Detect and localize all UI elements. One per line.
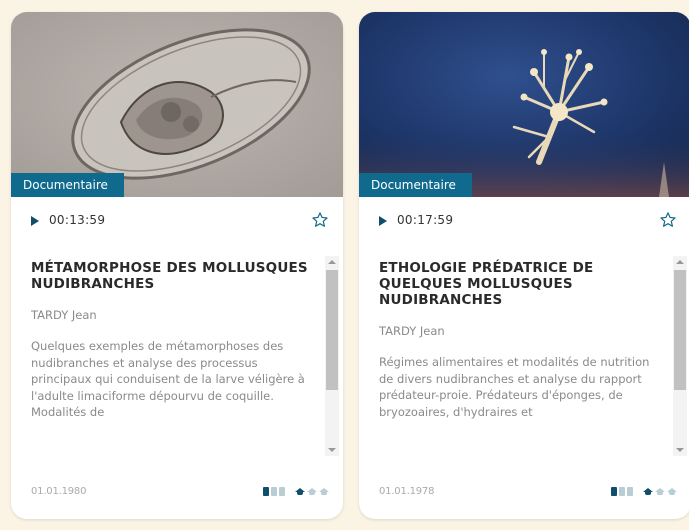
document-icon [627, 487, 633, 496]
document-icon [279, 487, 285, 496]
card-footer: 01.01.1980 [11, 469, 343, 519]
graduation-cap-icon [643, 488, 653, 495]
education-level-icons [643, 488, 677, 495]
duration: 00:13:59 [49, 213, 106, 227]
play-icon[interactable] [379, 216, 387, 226]
graduation-cap-icon [667, 488, 677, 495]
scrollbar[interactable] [673, 256, 687, 456]
scroll-down-arrow-icon[interactable] [328, 448, 336, 452]
card-body: ETHOLOGIE PRÉDATRICE DE QUELQUES MOLLUSQ… [359, 250, 689, 462]
video-meta: 00:13:59 [11, 197, 343, 247]
video-title[interactable]: MÉTAMORPHOSE DES MOLLUSQUES NUDIBRANCHES [31, 260, 311, 292]
author: TARDY Jean [379, 324, 445, 338]
scroll-up-arrow-icon[interactable] [328, 260, 336, 264]
video-meta: 00:17:59 [359, 197, 689, 247]
graduation-cap-icon [295, 488, 305, 495]
category-badge: Documentaire [11, 173, 124, 197]
education-level-icons [295, 488, 329, 495]
description: Quelques exemples de métamorphoses des n… [31, 339, 305, 419]
scroll-thumb[interactable] [326, 270, 338, 390]
video-thumbnail[interactable]: Documentaire [11, 12, 343, 197]
scrollbar[interactable] [325, 256, 339, 456]
document-icon [263, 487, 269, 496]
scroll-thumb[interactable] [674, 270, 686, 390]
card-footer: 01.01.1978 [359, 469, 689, 519]
author: TARDY Jean [31, 308, 97, 322]
description: Régimes alimentaires et modalités de nut… [379, 355, 650, 419]
card-body: MÉTAMORPHOSE DES MOLLUSQUES NUDIBRANCHES… [11, 250, 343, 462]
document-icon [611, 487, 617, 496]
star-icon[interactable] [659, 211, 677, 229]
underwater-hydroid-image [359, 12, 689, 197]
duration: 00:17:59 [397, 213, 454, 227]
microscope-larva-image [11, 12, 343, 197]
category-badge: Documentaire [359, 173, 472, 197]
graduation-cap-icon [319, 488, 329, 495]
date: 01.01.1980 [31, 486, 87, 497]
document-level-icons [263, 487, 285, 496]
document-icon [271, 487, 277, 496]
scroll-down-arrow-icon[interactable] [676, 448, 684, 452]
video-thumbnail[interactable]: Documentaire [359, 12, 689, 197]
video-card[interactable]: Documentaire 00:13:59 MÉTAMORPHOSE DES M… [11, 12, 343, 519]
star-icon[interactable] [311, 211, 329, 229]
level-indicators [253, 487, 329, 496]
video-title[interactable]: ETHOLOGIE PRÉDATRICE DE QUELQUES MOLLUSQ… [379, 260, 659, 308]
play-icon[interactable] [31, 216, 39, 226]
date: 01.01.1978 [379, 486, 435, 497]
level-indicators [601, 487, 677, 496]
graduation-cap-icon [307, 488, 317, 495]
document-icon [619, 487, 625, 496]
graduation-cap-icon [655, 488, 665, 495]
document-level-icons [611, 487, 633, 496]
video-card[interactable]: Documentaire 00:17:59 ETHOLOGIE PRÉDATRI… [359, 12, 689, 519]
scroll-up-arrow-icon[interactable] [676, 260, 684, 264]
